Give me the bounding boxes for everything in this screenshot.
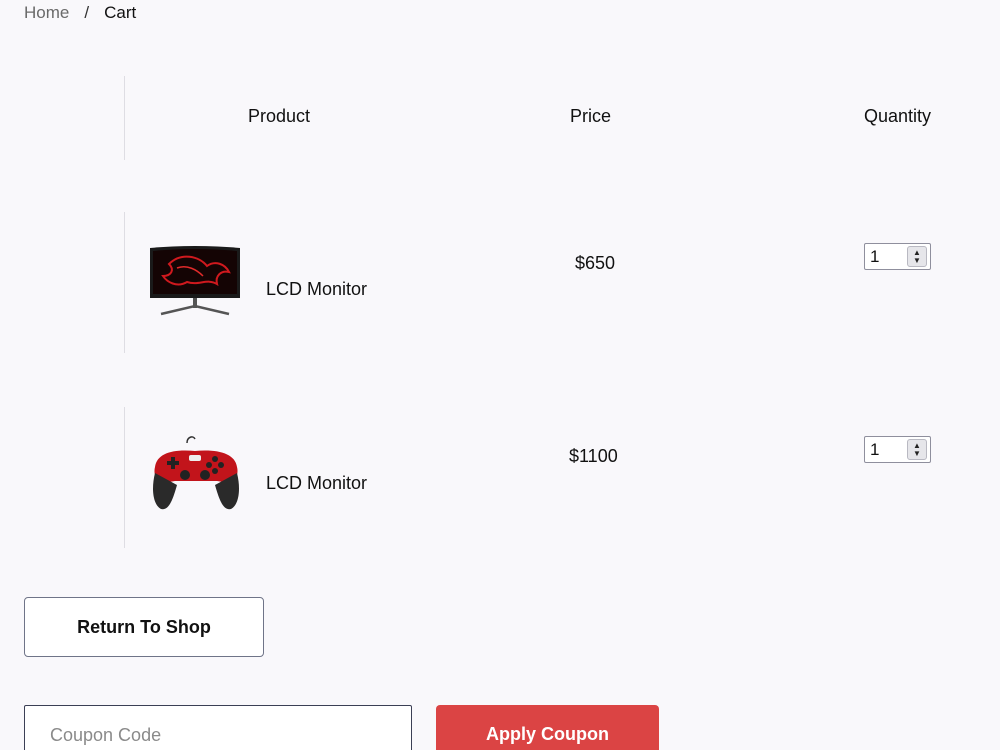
quantity-stepper[interactable]: 1 ▲ ▼ (864, 436, 931, 463)
quantity-value[interactable]: 1 (865, 247, 907, 267)
product-name[interactable]: LCD Monitor (266, 473, 367, 494)
chevron-down-icon[interactable]: ▼ (913, 449, 921, 458)
column-header-product: Product (248, 106, 311, 126)
cart-page: Home / Cart Product Price Quantity LCD M… (0, 0, 1000, 750)
breadcrumb: Home / Cart (24, 3, 136, 23)
breadcrumb-current: Cart (104, 3, 137, 22)
spin-buttons[interactable]: ▲ ▼ (907, 439, 927, 460)
apply-coupon-button[interactable]: Apply Coupon (436, 705, 659, 750)
quantity-value[interactable]: 1 (865, 440, 907, 460)
return-to-shop-button[interactable]: Return To Shop (24, 597, 264, 657)
product-name[interactable]: LCD Monitor (266, 279, 367, 300)
column-header-price: Price (570, 106, 612, 126)
chevron-down-icon[interactable]: ▼ (913, 256, 921, 265)
breadcrumb-home-link[interactable]: Home (24, 3, 69, 23)
cart-row: LCD Monitor $650 1 ▲ ▼ (124, 212, 1000, 353)
monitor-image (150, 246, 240, 316)
cart-row: LCD Monitor $1100 1 ▲ ▼ (124, 407, 1000, 548)
column-header-quantity: Quantity (864, 106, 932, 126)
cart-table-header: Product Price Quantity (124, 76, 1000, 160)
gamepad-image (153, 436, 239, 510)
quantity-stepper[interactable]: 1 ▲ ▼ (864, 243, 931, 270)
product-price: $1100 (569, 446, 618, 466)
coupon-code-input[interactable]: Coupon Code (24, 705, 412, 750)
spin-buttons[interactable]: ▲ ▼ (907, 246, 927, 267)
product-price: $650 (575, 253, 616, 273)
breadcrumb-separator: / (84, 3, 90, 22)
